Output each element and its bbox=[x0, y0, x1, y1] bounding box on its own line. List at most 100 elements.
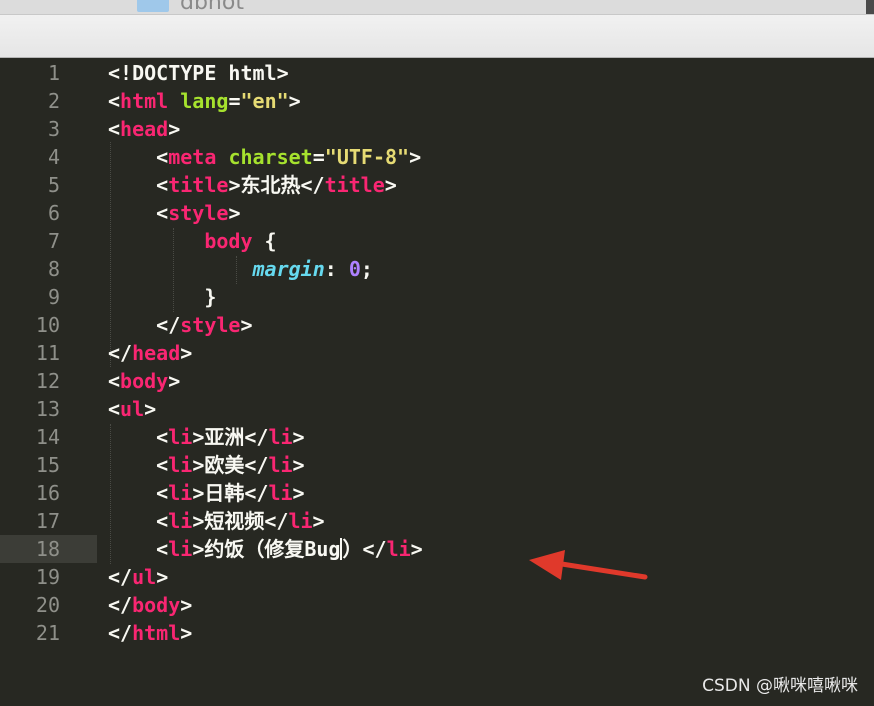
line-number: 15 bbox=[35, 453, 60, 477]
code-text[interactable]: <body> bbox=[108, 367, 180, 395]
finder-window-strip: dbhot bbox=[0, 0, 874, 14]
code-token: ul bbox=[120, 397, 145, 421]
code-token: head bbox=[132, 341, 181, 365]
line-number: 7 bbox=[47, 229, 60, 253]
code-token: "en" bbox=[240, 89, 289, 113]
code-text[interactable]: <li>约饭（修复Bug ）</li> bbox=[108, 535, 423, 563]
code-token: } bbox=[108, 285, 217, 309]
code-text[interactable]: </head> bbox=[108, 339, 192, 367]
code-text[interactable]: </style> bbox=[108, 311, 253, 339]
code-token: title bbox=[168, 173, 229, 197]
line-number: 4 bbox=[47, 145, 60, 169]
code-text[interactable]: body { bbox=[108, 227, 276, 255]
line-number: 8 bbox=[47, 257, 60, 281]
code-token: li bbox=[288, 509, 313, 533]
code-text[interactable]: <html lang="en"> bbox=[108, 87, 301, 115]
code-line-19[interactable]: 19 </ul> bbox=[0, 563, 874, 591]
code-token: < bbox=[108, 453, 169, 477]
code-token: meta bbox=[168, 145, 217, 169]
code-line-16[interactable]: 16 <li>日韩</li> bbox=[0, 479, 874, 507]
code-token: > bbox=[240, 313, 253, 337]
code-token: > bbox=[144, 397, 157, 421]
code-token: li bbox=[268, 481, 293, 505]
code-token: </ bbox=[108, 313, 181, 337]
code-line-1[interactable]: 1 <!DOCTYPE html> bbox=[0, 59, 874, 87]
code-token: >东北热</ bbox=[228, 173, 325, 197]
code-text[interactable]: <li>亚洲</li> bbox=[108, 423, 305, 451]
folder-icon[interactable] bbox=[137, 0, 169, 12]
code-text[interactable]: <style> bbox=[108, 199, 240, 227]
code-line-7[interactable]: 7 body { bbox=[0, 227, 874, 255]
line-number: 14 bbox=[35, 425, 60, 449]
line-number: 10 bbox=[35, 313, 60, 337]
code-token: > bbox=[410, 537, 423, 561]
code-line-6[interactable]: 6 <style> bbox=[0, 199, 874, 227]
code-token: > bbox=[228, 201, 241, 225]
code-line-2[interactable]: 2 <html lang="en"> bbox=[0, 87, 874, 115]
code-text[interactable]: <li>短视频</li> bbox=[108, 507, 324, 535]
code-line-9[interactable]: 9 } bbox=[0, 283, 874, 311]
code-token: > bbox=[292, 425, 305, 449]
code-token: < bbox=[108, 509, 169, 533]
code-text[interactable]: <meta charset="UTF-8"> bbox=[108, 143, 421, 171]
code-line-11[interactable]: 11 </head> bbox=[0, 339, 874, 367]
code-text[interactable]: <ul> bbox=[108, 395, 156, 423]
code-token: li bbox=[386, 537, 411, 561]
code-line-18[interactable]: 18 <li>约饭（修复Bug ）</li> bbox=[0, 535, 874, 563]
code-token: < bbox=[108, 117, 121, 141]
code-text[interactable]: </ul> bbox=[108, 563, 168, 591]
code-token: html bbox=[120, 89, 169, 113]
code-token: > bbox=[292, 481, 305, 505]
line-number: 3 bbox=[47, 117, 60, 141]
code-editor[interactable]: 1 <!DOCTYPE html> 2 <html lang="en"> 3 <head>… bbox=[0, 58, 874, 706]
code-line-4[interactable]: 4 <meta charset="UTF-8"> bbox=[0, 143, 874, 171]
code-text[interactable]: <!DOCTYPE html> bbox=[108, 59, 289, 87]
line-number: 19 bbox=[35, 565, 60, 589]
code-token: ul bbox=[132, 565, 157, 589]
code-text[interactable]: <head> bbox=[108, 115, 180, 143]
code-token: ）</ bbox=[342, 537, 387, 561]
code-line-17[interactable]: 17 <li>短视频</li> bbox=[0, 507, 874, 535]
code-token: li bbox=[168, 537, 193, 561]
code-token: >约饭（修复Bug bbox=[192, 537, 341, 561]
code-line-10[interactable]: 10 </style> bbox=[0, 311, 874, 339]
code-token: < bbox=[108, 537, 169, 561]
code-text[interactable]: <title>东北热</title> bbox=[108, 171, 397, 199]
code-line-13[interactable]: 13 <ul> bbox=[0, 395, 874, 423]
code-text[interactable]: <li>日韩</li> bbox=[108, 479, 305, 507]
code-line-12[interactable]: 12 <body> bbox=[0, 367, 874, 395]
line-number: 5 bbox=[47, 173, 60, 197]
code-text[interactable]: </body> bbox=[108, 591, 192, 619]
code-token: body bbox=[132, 593, 181, 617]
code-line-14[interactable]: 14 <li>亚洲</li> bbox=[0, 423, 874, 451]
line-number: 2 bbox=[47, 89, 60, 113]
code-token: html bbox=[132, 621, 181, 645]
line-number: 6 bbox=[47, 201, 60, 225]
editor-tab-bar[interactable] bbox=[0, 14, 874, 58]
folder-name[interactable]: dbhot bbox=[180, 0, 244, 14]
code-line-21[interactable]: 21 </html> bbox=[0, 619, 874, 647]
code-text[interactable]: </html> bbox=[108, 619, 192, 647]
code-token: < bbox=[108, 201, 169, 225]
code-token: < bbox=[108, 369, 121, 393]
code-token: style bbox=[180, 313, 241, 337]
code-line-3[interactable]: 3 <head> bbox=[0, 115, 874, 143]
code-line-5[interactable]: 5 <title>东北热</title> bbox=[0, 171, 874, 199]
code-text[interactable]: <li>欧美</li> bbox=[108, 451, 304, 479]
code-text[interactable]: } bbox=[108, 283, 216, 311]
code-token: >日韩</ bbox=[192, 481, 269, 505]
line-number: 21 bbox=[35, 621, 60, 645]
code-token: </ bbox=[108, 621, 133, 645]
code-token: = bbox=[228, 89, 241, 113]
code-line-8[interactable]: 8 margin: 0; bbox=[0, 255, 874, 283]
code-line-15[interactable]: 15 <li>欧美</li> bbox=[0, 451, 874, 479]
code-token: > bbox=[180, 341, 193, 365]
code-text[interactable]: margin: 0; bbox=[108, 255, 373, 283]
code-line-20[interactable]: 20 </body> bbox=[0, 591, 874, 619]
code-token: 0 bbox=[348, 257, 361, 281]
code-token: style bbox=[168, 201, 229, 225]
code-token: charset bbox=[228, 145, 313, 169]
code-token: li bbox=[168, 425, 193, 449]
